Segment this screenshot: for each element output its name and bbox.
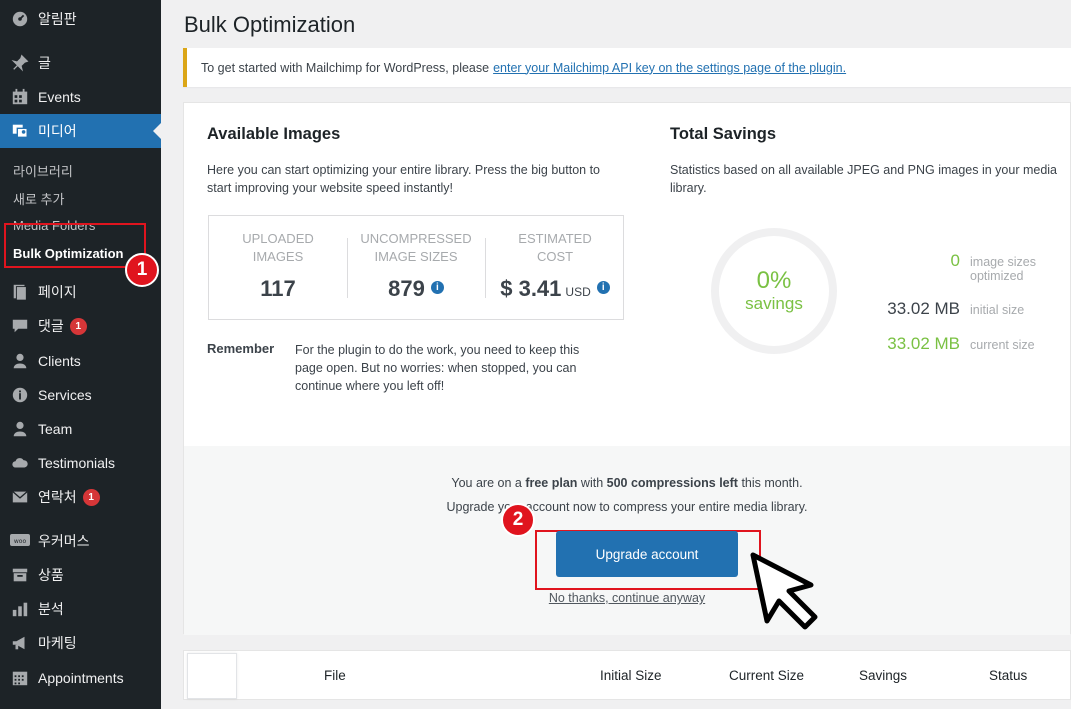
user-icon (10, 419, 30, 439)
available-desc-line1: Here you can start optimizing your entir… (207, 163, 601, 177)
stat-uploaded-images: UPLOADED IMAGES 117 (242, 231, 314, 301)
pin-icon (10, 53, 30, 73)
plan-status-text: You are on a free plan with 500 compress… (451, 476, 803, 490)
mailchimp-settings-link[interactable]: enter your Mailchimp API key on the sett… (493, 61, 846, 75)
optimized-count-row: 0 image sizes optimized (864, 251, 1036, 283)
currency-label: USD (565, 285, 591, 299)
menu-contact[interactable]: 연락처 1 (0, 480, 161, 514)
highlight-box-bulk-optimization (4, 223, 146, 268)
cloud-icon (10, 453, 30, 473)
admin-sidebar: 알림판 글 Events 미디어 라이브러리 새로 추가 Media Folde… (0, 0, 161, 709)
uncompressed-sizes-value: 879 (388, 276, 425, 301)
savings-desc-line2: library. (670, 181, 707, 195)
menu-testimonials[interactable]: Testimonials (0, 446, 161, 480)
image-stats-box: UPLOADED IMAGES 117 UNCOMPRESSED IMAGE S… (208, 215, 624, 320)
menu-services[interactable]: Services (0, 378, 161, 412)
submenu-add-new[interactable]: 새로 추가 (0, 189, 161, 208)
stat-uncompressed-sizes: UNCOMPRESSED IMAGE SIZES 879 i (360, 231, 472, 301)
thumbnail-column-header (187, 653, 237, 699)
archive-icon (10, 565, 30, 585)
menu-dashboard[interactable]: 알림판 (0, 2, 161, 36)
mail-icon (10, 487, 30, 507)
column-status: Status (989, 668, 1028, 683)
notice-text: To get started with Mailchimp for WordPr… (201, 60, 490, 75)
menu-clients[interactable]: Clients (0, 344, 161, 378)
menu-posts[interactable]: 글 (0, 46, 161, 80)
menu-events[interactable]: Events (0, 80, 161, 114)
comment-count-badge: 1 (69, 317, 87, 335)
optimized-count: 0 (950, 251, 960, 270)
menu-marketing[interactable]: 마케팅 (0, 626, 161, 660)
step-marker-1: 1 (125, 253, 159, 287)
svg-text:woo: woo (14, 538, 27, 545)
comment-icon (10, 316, 30, 336)
info-icon[interactable]: i (430, 281, 444, 294)
calendar-icon (10, 87, 30, 107)
woo-icon: woo (10, 531, 30, 551)
remember-line2: page open. But no worries: when stopped,… (295, 361, 577, 375)
initial-size-row: 33.02 MB initial size (864, 299, 1024, 319)
menu-products[interactable]: 상품 (0, 558, 161, 592)
bulk-optimization-panel: Available Images Here you can start opti… (183, 102, 1071, 635)
page-title: Bulk Optimization (184, 12, 356, 37)
remember-line3: continue where you left off! (295, 379, 445, 393)
page-icon (10, 282, 30, 302)
available-desc-line2: start improving your website speed insta… (207, 181, 453, 195)
info-icon (10, 385, 30, 405)
step-marker-2: 2 (501, 503, 535, 537)
results-table-header: File Initial Size Current Size Savings S… (183, 650, 1071, 700)
remember-line1: For the plugin to do the work, you need … (295, 343, 580, 357)
current-size-value: 33.02 MB (887, 334, 960, 353)
initial-size-value: 33.02 MB (887, 299, 960, 318)
mouse-pointer-icon (749, 551, 825, 634)
savings-percent-label: savings (745, 294, 803, 313)
menu-comments[interactable]: 댓글 1 (0, 309, 161, 343)
calendar-grid-icon (10, 668, 30, 688)
column-savings: Savings (859, 668, 908, 683)
savings-ring: 0% savings (711, 228, 837, 354)
submenu-library[interactable]: 라이브러리 (0, 161, 161, 180)
contact-count-badge: 1 (82, 488, 100, 506)
upgrade-account-button[interactable]: Upgrade account (556, 531, 738, 577)
available-images-title: Available Images (207, 125, 341, 143)
menu-appointments[interactable]: Appointments (0, 661, 161, 695)
menu-media[interactable]: 미디어 (0, 114, 161, 148)
menu-team[interactable]: Team (0, 412, 161, 446)
menu-analytics[interactable]: 분석 (0, 592, 161, 626)
remember-label: Remember (207, 341, 275, 356)
info-icon[interactable]: i (596, 281, 610, 294)
savings-percent: 0% (756, 267, 792, 294)
media-icon (10, 121, 30, 141)
stat-estimated-cost: ESTIMATED COST $ 3.41 USD i (486, 230, 624, 302)
total-savings-title: Total Savings (670, 125, 777, 143)
user-icon (10, 351, 30, 371)
uploaded-images-value: 117 (260, 276, 296, 301)
upgrade-prompt-text: Upgrade your account now to compress you… (446, 500, 808, 514)
estimated-cost-value: $ 3.41 (500, 276, 562, 301)
menu-woocommerce[interactable]: woo 우커머스 (0, 524, 161, 558)
column-initial-size: Initial Size (600, 668, 662, 683)
dashboard-icon (10, 9, 30, 29)
column-file: File (324, 668, 346, 683)
no-thanks-link[interactable]: No thanks, continue anyway (184, 591, 1070, 605)
megaphone-icon (10, 633, 30, 653)
chart-icon (10, 599, 30, 619)
savings-desc-line1: Statistics based on all available JPEG a… (670, 163, 1057, 177)
column-current-size: Current Size (729, 668, 805, 683)
current-size-row: 33.02 MB current size (864, 334, 1034, 354)
mailchimp-notice: To get started with Mailchimp for WordPr… (183, 48, 1071, 87)
